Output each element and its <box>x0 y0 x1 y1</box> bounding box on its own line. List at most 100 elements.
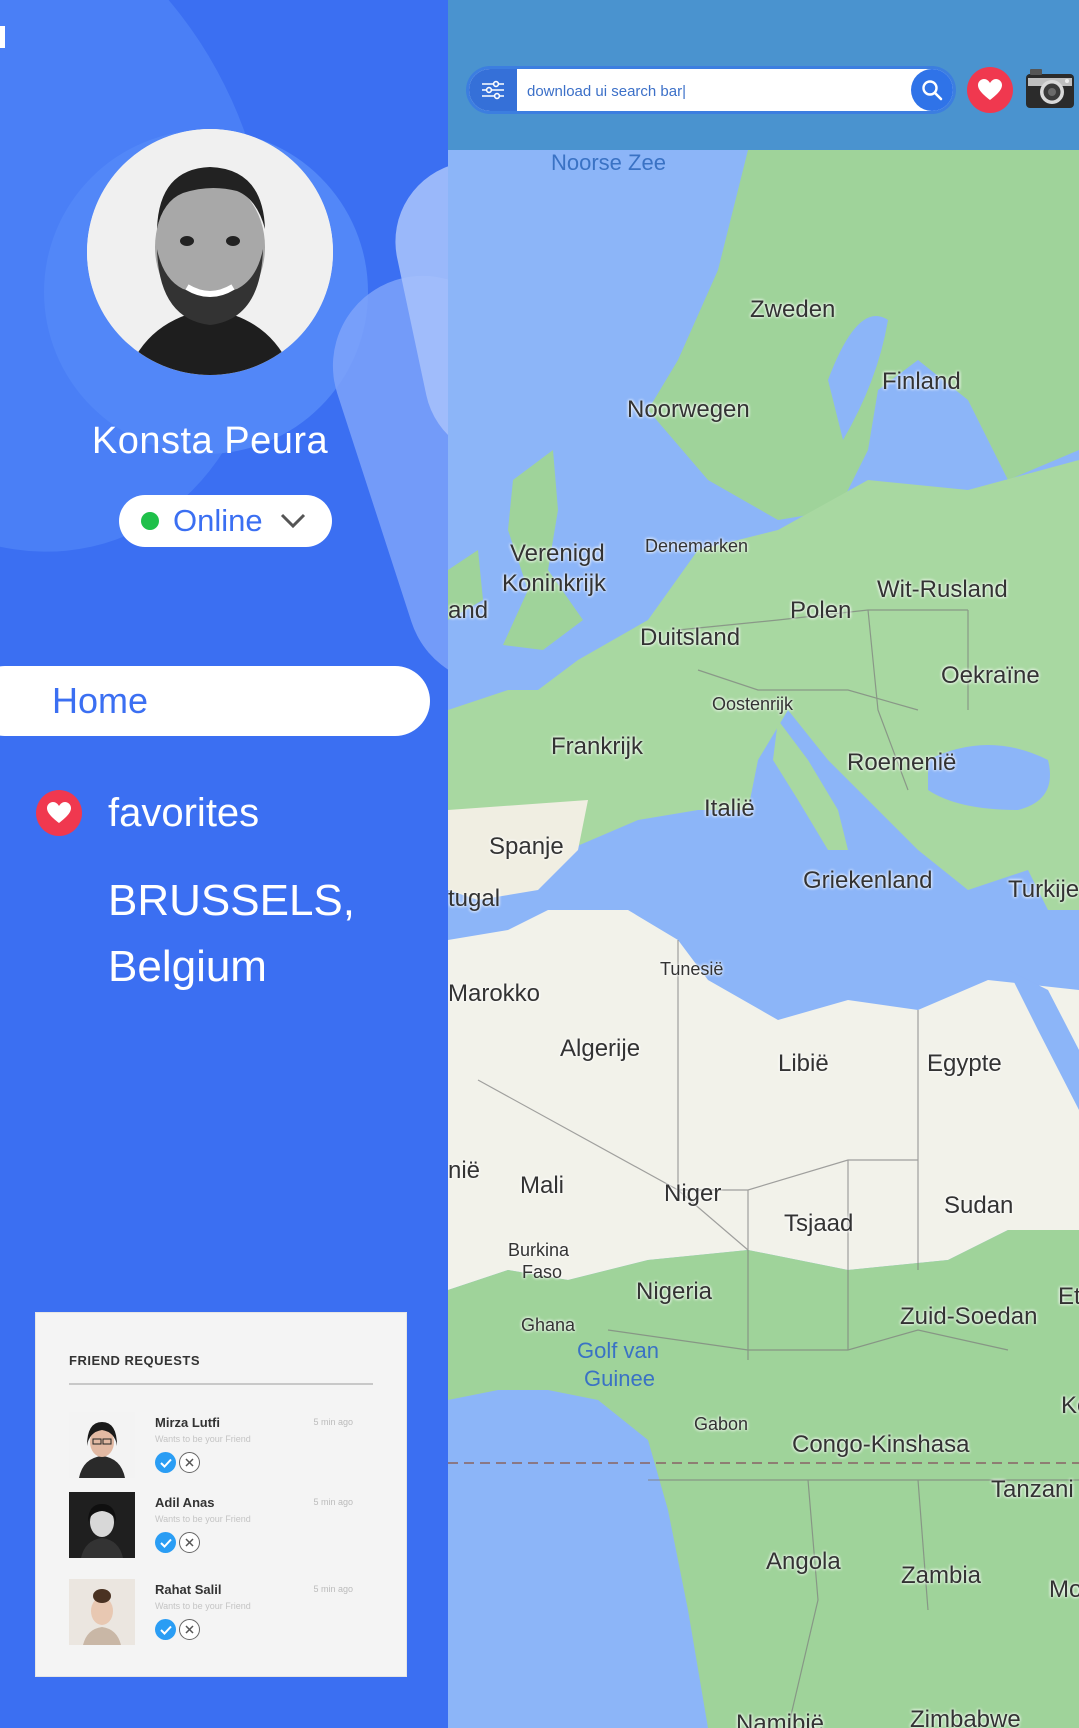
map-label-mauritanie: nië <box>448 1157 481 1184</box>
map-label-libie: Libië <box>778 1050 829 1077</box>
map-label-tsjaad: Tsjaad <box>784 1210 854 1237</box>
friend-avatar[interactable] <box>69 1412 135 1478</box>
map-label-gabon: Gabon <box>694 1414 749 1434</box>
accept-button[interactable] <box>155 1619 176 1640</box>
map-label-wit-rusland: Wit-Rusland <box>877 576 1008 603</box>
top-bar <box>448 0 1079 150</box>
map-label-golf-van: Golf van <box>577 1338 659 1363</box>
map-label-nigeria: Nigeria <box>636 1278 713 1305</box>
map-label-mozambique: Mo <box>1049 1576 1079 1603</box>
request-time: 5 min ago <box>313 1497 353 1507</box>
map-label-zuid-soedan: Zuid-Soedan <box>900 1303 1038 1330</box>
sliders-icon <box>482 80 504 100</box>
map-label-oostenrijk: Oostenrijk <box>712 694 794 714</box>
search-input[interactable] <box>525 77 909 105</box>
map-label-burkina: Burkina <box>508 1240 570 1260</box>
request-time: 5 min ago <box>313 1584 353 1594</box>
chevron-down-icon <box>280 513 305 529</box>
accept-button[interactable] <box>155 1532 176 1553</box>
camera-icon <box>1026 69 1074 108</box>
map-label-angola: Angola <box>766 1548 841 1575</box>
map-label-denemarken: Denemarken <box>645 536 749 556</box>
map-label-mali: Mali <box>520 1172 565 1199</box>
corner-mark <box>0 26 5 48</box>
camera-button[interactable] <box>1022 64 1078 114</box>
map-label-frankrijk: Frankrijk <box>551 733 644 760</box>
map-label-oekraine: Oekraïne <box>941 662 1040 689</box>
reject-button[interactable] <box>179 1452 200 1473</box>
search-icon <box>922 80 943 101</box>
filter-button[interactable] <box>469 69 517 111</box>
friend-request-row: Mirza Lutfi 5 min ago Wants to be your F… <box>69 1412 373 1478</box>
heart-icon <box>36 790 82 836</box>
map-label-guinee: Guinee <box>584 1366 655 1391</box>
nav-item-favorites[interactable]: favorites <box>36 790 259 836</box>
check-icon <box>159 1538 172 1548</box>
map-label-zweden: Zweden <box>750 296 836 323</box>
location-city: BRUSSELS, <box>108 876 355 925</box>
heart-icon <box>978 79 1002 100</box>
close-icon <box>185 1538 194 1547</box>
map-label-algerije: Algerije <box>560 1035 641 1062</box>
location-country: Belgium <box>108 942 267 991</box>
map-label-congo-kinshasa: Congo-Kinshasa <box>792 1431 970 1458</box>
friend-name: Adil Anas <box>155 1495 215 1510</box>
request-subtitle: Wants to be your Friend <box>155 1601 251 1611</box>
map-label-kenia: Ke <box>1061 1392 1079 1419</box>
status-label: Online <box>173 503 263 538</box>
sidebar: Konsta Peura Online Home favorites BRUSS… <box>0 0 448 1728</box>
friend-requests-title: FRIEND REQUESTS <box>69 1353 201 1368</box>
favorites-button[interactable] <box>967 67 1013 113</box>
map-label-spanje: Spanje <box>489 833 564 860</box>
map-label-niger: Niger <box>664 1180 722 1207</box>
request-time: 5 min ago <box>313 1417 353 1427</box>
map-view[interactable]: Noorse Zee Zweden Finland Noorwegen Vere… <box>448 150 1079 1728</box>
map-label-egypte: Egypte <box>927 1050 1002 1077</box>
friend-avatar[interactable] <box>69 1579 135 1645</box>
online-indicator <box>141 512 159 530</box>
map-label-marokko: Marokko <box>448 980 541 1007</box>
map-label-finland: Finland <box>882 368 961 395</box>
map-label-koninkrijk: Koninkrijk <box>502 570 607 597</box>
friend-name: Mirza Lutfi <box>155 1415 220 1430</box>
nav-home-label: Home <box>52 680 149 721</box>
friend-request-row: Adil Anas 5 min ago Wants to be your Fri… <box>69 1492 373 1558</box>
close-icon <box>185 1625 194 1634</box>
friend-request-row: Rahat Salil 5 min ago Wants to be your F… <box>69 1579 373 1645</box>
reject-button[interactable] <box>179 1619 200 1640</box>
map-panel: Noorse Zee Zweden Finland Noorwegen Vere… <box>448 0 1079 1728</box>
friend-name: Rahat Salil <box>155 1582 222 1597</box>
friend-avatar[interactable] <box>69 1492 135 1558</box>
search-button[interactable] <box>911 69 953 111</box>
status-dropdown[interactable]: Online <box>119 495 332 547</box>
map-label-sudan: Sudan <box>944 1192 1014 1219</box>
map-label-roemenie: Roemenië <box>847 749 957 776</box>
favorite-location[interactable]: BRUSSELS, Belgium <box>108 868 355 1000</box>
map-label-turkije: Turkije <box>1008 876 1079 903</box>
map-label-ghana: Ghana <box>521 1315 576 1335</box>
user-name: Konsta Peura <box>91 420 329 462</box>
map-label-noorse-zee: Noorse Zee <box>551 150 666 175</box>
map-label-griekenland: Griekenland <box>803 867 933 894</box>
map-label-portugal: tugal <box>448 885 501 912</box>
map-label-tunesie: Tunesië <box>660 959 724 979</box>
request-subtitle: Wants to be your Friend <box>155 1514 251 1524</box>
check-icon <box>159 1458 172 1468</box>
friend-requests-card: FRIEND REQUESTS Mirza Lutfi 5 min ago Wa… <box>36 1313 406 1676</box>
map-label-italie: Italië <box>704 795 755 822</box>
reject-button[interactable] <box>179 1532 200 1553</box>
close-icon <box>185 1458 194 1467</box>
divider <box>69 1383 373 1385</box>
map-label-zambia: Zambia <box>901 1562 982 1589</box>
map-label-faso: Faso <box>522 1262 563 1282</box>
map-graphic <box>448 150 1079 1728</box>
accept-button[interactable] <box>155 1452 176 1473</box>
map-label-polen: Polen <box>790 597 852 624</box>
request-subtitle: Wants to be your Friend <box>155 1434 251 1444</box>
map-label-ierland: and <box>448 597 489 624</box>
map-label-ethiopie: Et <box>1058 1283 1079 1310</box>
avatar[interactable] <box>87 129 333 375</box>
nav-item-home[interactable]: Home <box>0 666 430 736</box>
map-label-noorwegen: Noorwegen <box>627 396 750 423</box>
map-label-zimbabwe: Zimbabwe <box>910 1706 1021 1728</box>
